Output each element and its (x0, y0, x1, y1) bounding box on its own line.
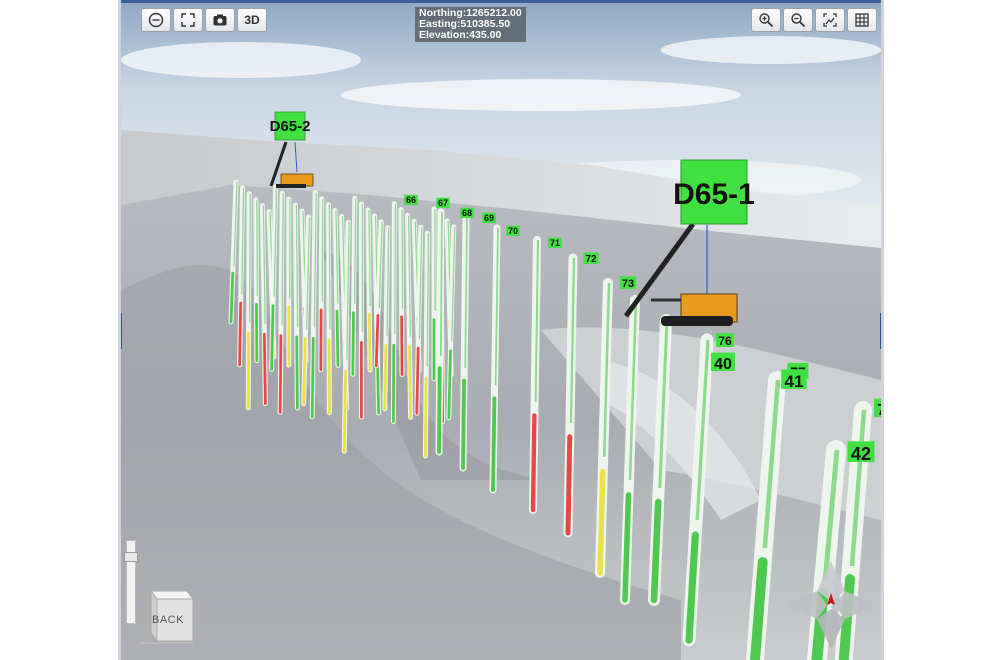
elevation-slider-knob[interactable] (124, 552, 138, 563)
blast-hole-depth-segment (342, 369, 347, 453)
hole-label: 42 (851, 444, 871, 464)
blast-hole-depth-segment (278, 334, 283, 414)
zoom-out-button[interactable] (783, 8, 813, 32)
hole-label: 78 (877, 402, 881, 419)
zoom-in-icon (759, 13, 774, 28)
fullscreen-button[interactable] (173, 8, 203, 32)
left-edge-tab[interactable] (121, 313, 122, 349)
rig-label-d65-2: D65-2 (270, 118, 311, 135)
rig-label-d65-1: D65-1 (673, 178, 755, 211)
blast-hole-depth-segment (374, 314, 380, 368)
compass-navigator[interactable] (783, 557, 879, 653)
blast-hole-depth-segment (597, 468, 606, 576)
blast-hole-stripe (321, 198, 324, 302)
blast-hole-stripe (248, 193, 251, 323)
blast-hole-depth-segment (351, 311, 355, 376)
viewer-top-bar (121, 0, 881, 3)
blast-hole-depth-segment (622, 492, 632, 603)
toolbar-left: 3D (141, 8, 267, 32)
fullscreen-icon (181, 13, 195, 27)
blast-hole-depth-segment (270, 304, 275, 371)
blast-hole-depth-segment (310, 337, 315, 419)
hole-label: 40 (714, 356, 732, 373)
zoom-out-circle-button[interactable] (141, 8, 171, 32)
hole-label: 66 (406, 195, 416, 205)
blast-hole-depth-segment (437, 366, 442, 454)
camera-icon (213, 14, 227, 26)
blast-hole-depth-segment (335, 309, 340, 367)
fit-view-icon (823, 13, 837, 27)
blast-hole-depth-segment (383, 343, 388, 411)
hole-label: 70 (508, 226, 518, 236)
hole-label: 69 (484, 213, 494, 223)
blast-hole-stripe (328, 204, 331, 330)
viewer-3d[interactable]: D65-2 D65-1 6667686970717273767778404142… (118, 0, 884, 660)
back-label: BACK (152, 614, 184, 626)
blast-hole-depth-segment (238, 301, 243, 367)
elevation-value: Elevation:435.00 (419, 29, 502, 41)
coordinate-readout: Northing:1265212.00 Easting:510385.50 El… (415, 7, 526, 42)
zoom-out-circle-icon (148, 12, 164, 28)
grid-button[interactable] (847, 8, 877, 32)
blast-hole-depth-segment (650, 498, 662, 604)
blast-hole-depth-segment (530, 413, 537, 513)
blast-hole-depth-segment (424, 376, 428, 458)
blast-hole-depth-segment (491, 396, 497, 492)
hole-label: 68 (462, 208, 472, 218)
right-edge-tab[interactable] (880, 313, 881, 349)
grid-icon (855, 13, 869, 27)
blast-hole-depth-segment (302, 337, 307, 406)
hole-label: 73 (622, 278, 634, 290)
screenshot-button[interactable] (205, 8, 235, 32)
blast-hole-depth-segment (565, 434, 573, 536)
hole-label: 76 (718, 334, 732, 348)
elevation-slider[interactable] (124, 540, 138, 624)
blast-hole-depth-segment (262, 332, 267, 405)
hole-label: 71 (550, 238, 560, 248)
blast-hole-depth-segment (461, 378, 466, 470)
hole-label: 41 (785, 372, 804, 391)
blast-hole-stripe (394, 203, 397, 335)
blast-hole-depth-segment (229, 271, 235, 324)
zoom-out-icon (791, 13, 806, 28)
hole-label: 67 (438, 198, 448, 208)
blast-hole-stripe (256, 199, 259, 297)
blast-hole-stripe (401, 209, 404, 309)
blast-hole-depth-segment (367, 312, 372, 372)
fit-view-button[interactable] (815, 8, 845, 32)
hole-label: 72 (585, 254, 597, 265)
blast-hole-depth-segment (415, 346, 420, 415)
blast-hole-depth-segment (408, 345, 412, 419)
view-3d-button[interactable]: 3D (237, 8, 267, 32)
blast-hole-stripe (439, 211, 443, 357)
zoom-in-button[interactable] (751, 8, 781, 32)
blast-hole-depth-segment (447, 349, 452, 420)
toolbar-right (751, 8, 877, 32)
terrain-scene[interactable]: D65-2 D65-1 6667686970717273767778404142 (121, 0, 881, 660)
blast-hole-depth-segment (295, 335, 299, 410)
